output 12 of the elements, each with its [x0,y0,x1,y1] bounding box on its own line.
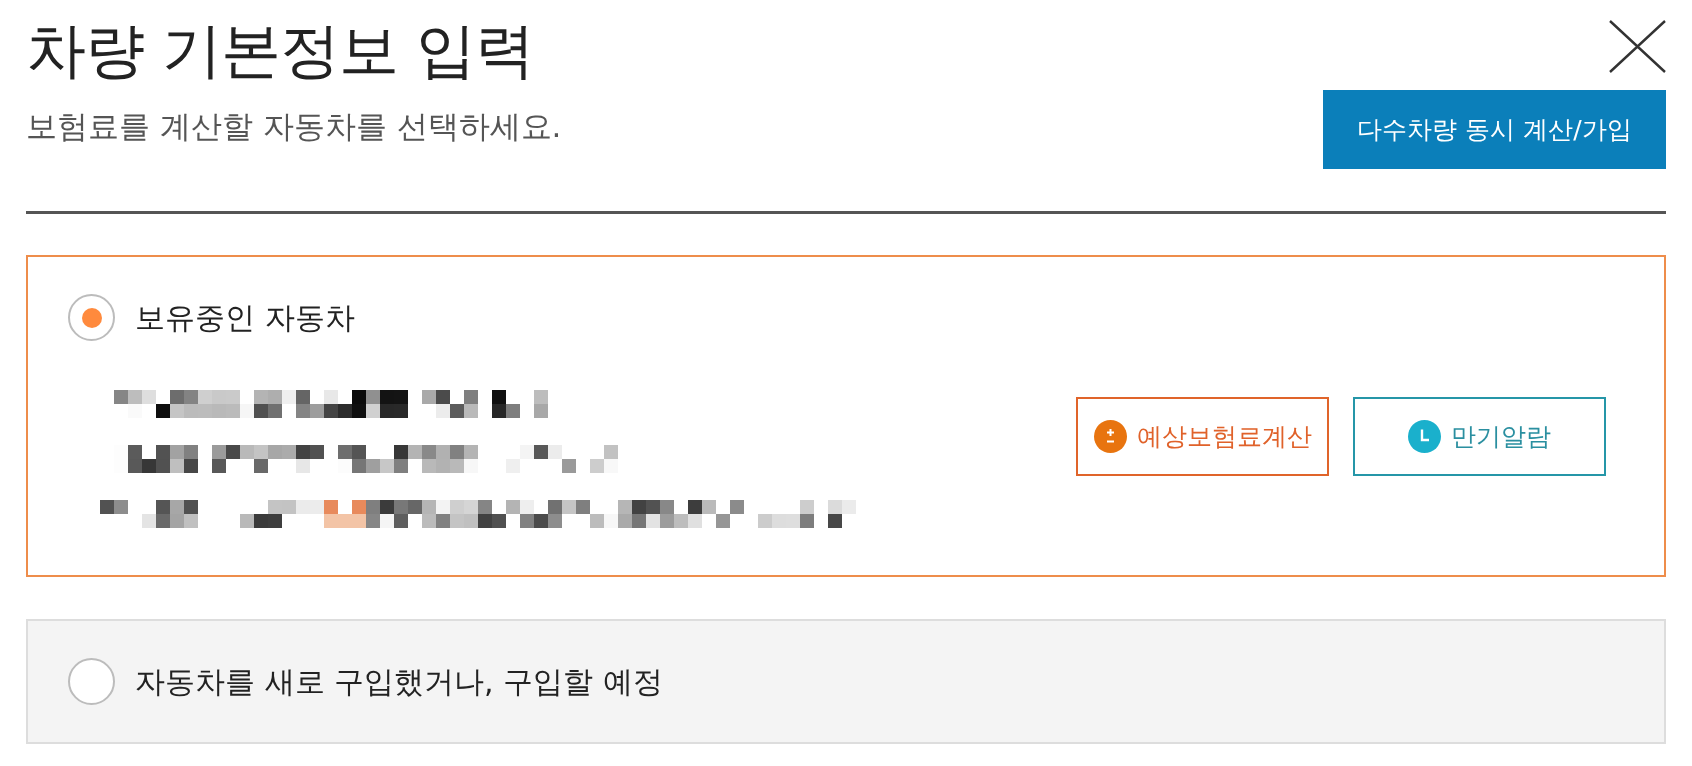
expiry-alarm-button[interactable]: 만기알람 [1353,397,1606,476]
dialog-title: 차량 기본정보 입력 [26,20,536,80]
option-label[interactable]: 자동차를 새로 구입했거나, 구입할 예정 [135,663,663,700]
plus-minus-icon [1093,420,1127,453]
radio-button[interactable] [68,294,115,341]
estimate-premium-button[interactable]: 예상보험료계산 [1076,397,1329,476]
dialog-subtitle: 보험료를 계산할 자동차를 선택하세요. [26,111,562,142]
radio-button[interactable] [68,658,115,705]
close-icon[interactable] [1609,20,1666,73]
option-label[interactable]: 보유중인 자동차 [135,299,355,336]
multi-vehicle-button[interactable]: 다수차량 동시 계산/가입 [1323,90,1666,169]
clock-icon [1408,420,1441,453]
